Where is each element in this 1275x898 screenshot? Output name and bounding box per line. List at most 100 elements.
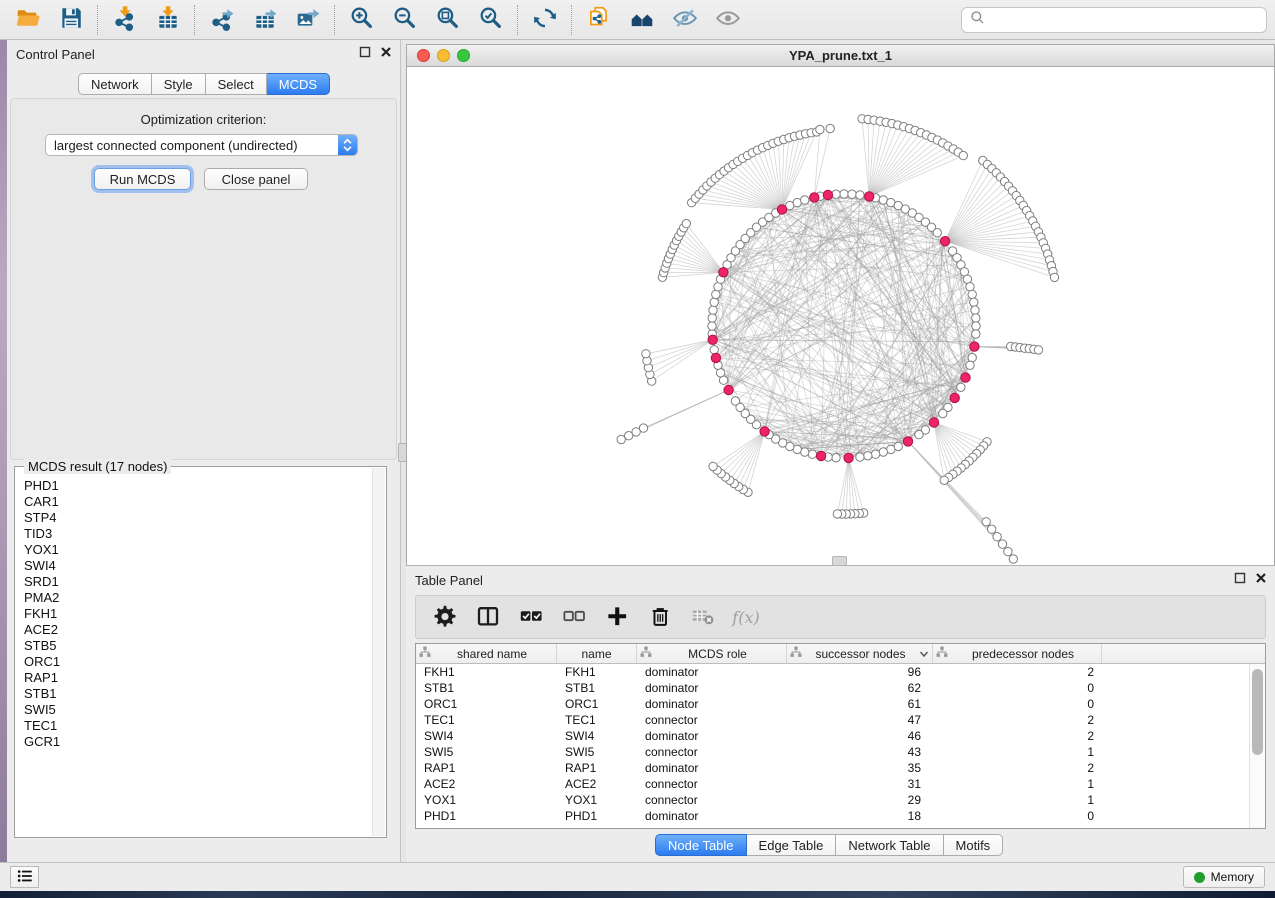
mcds-result-item[interactable]: SWI5	[24, 702, 373, 718]
graph-node[interactable]	[709, 462, 717, 470]
graph-node[interactable]	[731, 397, 739, 405]
graph-hub-node[interactable]	[929, 418, 938, 427]
cell-predecessor-nodes[interactable]: 1	[933, 793, 1102, 807]
mcds-result-item[interactable]: ACE2	[24, 622, 373, 638]
panel-list-button[interactable]	[10, 866, 39, 888]
graph-hub-node[interactable]	[760, 427, 769, 436]
graph-node[interactable]	[708, 314, 716, 322]
cell-shared-name[interactable]: PHD1	[416, 809, 557, 823]
cell-predecessor-nodes[interactable]: 2	[933, 761, 1102, 775]
tab-select[interactable]: Select	[206, 73, 267, 95]
table-row[interactable]: ACE2ACE2connector311	[416, 776, 1265, 792]
graph-node[interactable]	[617, 435, 625, 443]
table-mode-button[interactable]	[432, 604, 458, 630]
unselect-all-button[interactable]	[561, 604, 587, 630]
cell-MCDS-role[interactable]: dominator	[637, 809, 787, 823]
export-network-button[interactable]	[200, 3, 243, 37]
cell-predecessor-nodes[interactable]: 0	[933, 809, 1102, 823]
mcds-result-item[interactable]: TID3	[24, 526, 373, 542]
graph-hub-node[interactable]	[711, 353, 720, 362]
graph-hub-node[interactable]	[970, 342, 979, 351]
graph-node[interactable]	[966, 361, 974, 369]
run-mcds-button[interactable]: Run MCDS	[94, 168, 191, 190]
mcds-result-item[interactable]: TEC1	[24, 718, 373, 734]
graph-node[interactable]	[998, 540, 1006, 548]
graph-hub-node[interactable]	[865, 192, 874, 201]
cell-successor-nodes[interactable]: 47	[787, 713, 933, 727]
graph-node[interactable]	[856, 453, 864, 461]
graph-node[interactable]	[808, 450, 816, 458]
open-file-button[interactable]	[6, 3, 49, 37]
mcds-result-item[interactable]: RAP1	[24, 670, 373, 686]
hide-selected-button[interactable]	[663, 3, 706, 37]
cell-successor-nodes[interactable]: 61	[787, 697, 933, 711]
tab-motifs[interactable]: Motifs	[944, 834, 1004, 856]
float-table-panel-button[interactable]	[1233, 573, 1246, 586]
memory-button[interactable]: Memory	[1183, 866, 1265, 888]
graph-node[interactable]	[816, 125, 824, 133]
graph-node[interactable]	[957, 383, 965, 391]
cell-predecessor-nodes[interactable]: 0	[933, 697, 1102, 711]
graph-node[interactable]	[840, 190, 848, 198]
mcds-result-item[interactable]: STB1	[24, 686, 373, 702]
graph-node[interactable]	[642, 350, 650, 358]
graph-node[interactable]	[972, 314, 980, 322]
cell-shared-name[interactable]: RAP1	[416, 761, 557, 775]
graph-node[interactable]	[993, 533, 1001, 541]
graph-hub-node[interactable]	[940, 237, 949, 246]
cell-MCDS-role[interactable]: connector	[637, 777, 787, 791]
cell-shared-name[interactable]: ORC1	[416, 697, 557, 711]
network-canvas[interactable]	[407, 67, 1274, 565]
cell-MCDS-role[interactable]: dominator	[637, 665, 787, 679]
table-row[interactable]: SWI5SWI5connector431	[416, 744, 1265, 760]
show-all-button[interactable]	[706, 3, 749, 37]
cell-shared-name[interactable]: SWI5	[416, 745, 557, 759]
cell-successor-nodes[interactable]: 31	[787, 777, 933, 791]
table-row[interactable]: YOX1YOX1connector291	[416, 792, 1265, 808]
delete-columns-button[interactable]	[647, 604, 673, 630]
graph-node[interactable]	[968, 290, 976, 298]
mcds-result-item[interactable]: ORC1	[24, 654, 373, 670]
graph-node[interactable]	[959, 151, 967, 159]
cell-name[interactable]: ACE2	[557, 777, 637, 791]
tab-network-table[interactable]: Network Table	[836, 834, 943, 856]
graph-hub-node[interactable]	[708, 335, 717, 344]
cell-shared-name[interactable]: FKH1	[416, 665, 557, 679]
graph-node[interactable]	[1034, 346, 1042, 354]
cell-MCDS-role[interactable]: dominator	[637, 761, 787, 775]
graph-node[interactable]	[1050, 273, 1058, 281]
cell-predecessor-nodes[interactable]: 2	[933, 729, 1102, 743]
cell-name[interactable]: ORC1	[557, 697, 637, 711]
column-header-name[interactable]: name	[557, 644, 637, 663]
zoom-out-button[interactable]	[383, 3, 426, 37]
cell-shared-name[interactable]: STB1	[416, 681, 557, 695]
cell-MCDS-role[interactable]: dominator	[637, 729, 787, 743]
table-row[interactable]: FKH1FKH1dominator962	[416, 664, 1265, 680]
table-scrollbar-thumb[interactable]	[1252, 669, 1263, 755]
graph-node[interactable]	[709, 306, 717, 314]
table-scrollbar[interactable]	[1249, 664, 1265, 828]
graph-node[interactable]	[832, 190, 840, 198]
graph-node[interactable]	[710, 298, 718, 306]
graph-hub-node[interactable]	[724, 385, 733, 394]
cell-MCDS-role[interactable]: connector	[637, 745, 787, 759]
select-all-button[interactable]	[518, 604, 544, 630]
column-header-successor-nodes[interactable]: successor nodes	[787, 644, 933, 663]
graph-node[interactable]	[801, 196, 809, 204]
cell-name[interactable]: PHD1	[557, 809, 637, 823]
cell-shared-name[interactable]: TEC1	[416, 713, 557, 727]
criterion-select[interactable]: largest connected component (undirected)	[45, 134, 358, 156]
graph-node[interactable]	[871, 450, 879, 458]
graph-hub-node[interactable]	[777, 205, 786, 214]
graph-node[interactable]	[970, 298, 978, 306]
mcds-result-item[interactable]: PMA2	[24, 590, 373, 606]
cell-successor-nodes[interactable]: 29	[787, 793, 933, 807]
cell-predecessor-nodes[interactable]: 0	[933, 681, 1102, 695]
graph-node[interactable]	[832, 454, 840, 462]
cell-predecessor-nodes[interactable]: 1	[933, 777, 1102, 791]
cell-MCDS-role[interactable]: connector	[637, 793, 787, 807]
column-header-predecessor-nodes[interactable]: predecessor nodes	[933, 644, 1102, 663]
graph-node[interactable]	[864, 452, 872, 460]
tab-edge-table[interactable]: Edge Table	[747, 834, 837, 856]
cell-name[interactable]: SWI5	[557, 745, 637, 759]
